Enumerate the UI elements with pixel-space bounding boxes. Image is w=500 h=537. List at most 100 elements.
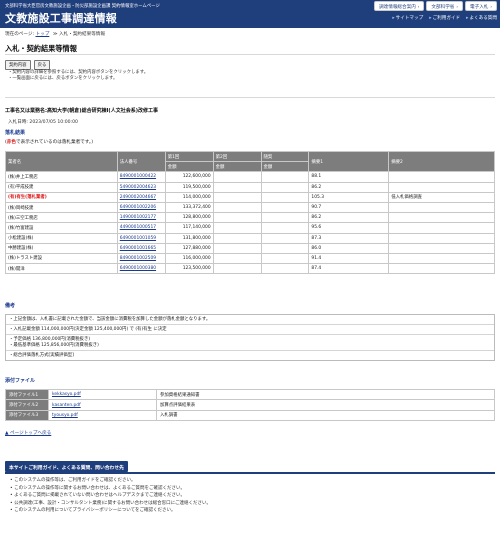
bid-amount: 133,372,400 xyxy=(164,201,214,214)
remark2 xyxy=(388,242,495,254)
instructions: 契約内容の詳細を参照するには、契約内容ボタンをクリックします。 一覧画面に戻るに… xyxy=(8,70,148,82)
footer-item[interactable]: このシステムの利用についてプライバシーポリシーについてをご確認ください。 xyxy=(10,507,211,515)
bidder-name: (有)有生(落札業者) xyxy=(5,191,118,203)
attachment-row: 添付ファイル1 kekkasyo.pdf 参加資格結果通知書 xyxy=(5,388,495,401)
contract-details-button[interactable]: 契約内容 xyxy=(5,60,31,70)
chevron-right-icon: › xyxy=(417,3,420,9)
instruction-item: 一覧画面に戻るには、戻るボタンをクリックします。 xyxy=(8,76,148,82)
bid-amount: 131,800,000 xyxy=(164,232,214,244)
table-row: (有)有生(落札業者) 2490002004667 114,000,000 105.3… xyxy=(5,191,495,203)
remark-row: ・予定価格 136,800,000円(消費税抜き) ・最低基準価格 125,856… xyxy=(6,335,494,351)
bid-amount: 116,000,000 xyxy=(164,252,214,265)
attachment-link[interactable]: kekkasyo.pdf xyxy=(52,392,81,397)
remark-row: ・総合評価落札方式[実績評価型] xyxy=(9,352,74,358)
attachments-table: 添付ファイル1 kekkasyo.pdf 参加資格結果通知書 添付ファイル2 k… xyxy=(5,388,495,422)
divider xyxy=(5,97,495,98)
corporate-number-link[interactable]: 2490002004667 xyxy=(120,195,156,200)
arrow-icon: ▸ xyxy=(429,16,432,21)
attachment-link[interactable]: tyousyo.pdf xyxy=(52,413,78,418)
header-subtitle: 文部科学省大臣官房文教施設企画・防災部施設企画課 契約情報室ホームページ xyxy=(5,4,160,9)
bid-amount: 128,800,000 xyxy=(164,212,214,224)
table-row: (有)平成技建 5490002004623 119,500,000 86.2 xyxy=(5,181,495,193)
footer-item[interactable]: このシステムの操作等に関するお問い合わせは、よくあるご質問をご確認ください。 xyxy=(10,485,211,493)
corporate-number-link[interactable]: 6490001001665 xyxy=(120,246,156,251)
up-arrow-icon: ▲ xyxy=(5,431,9,436)
bidder-name: 中勝建設(株) xyxy=(5,242,118,254)
nav-guide[interactable]: ▸ご利用ガイド xyxy=(429,15,460,21)
remark1: 86.0 xyxy=(308,242,390,254)
remark2 xyxy=(388,263,495,275)
chevron-right-icon: › xyxy=(490,3,492,9)
bid-amount: 127,880,000 xyxy=(164,242,214,254)
remark1: 86.2 xyxy=(308,181,390,193)
bidder-name: (株)竹富建設 xyxy=(5,222,118,234)
breadcrumb-top-link[interactable]: トップ xyxy=(36,32,50,37)
remark2 xyxy=(388,252,495,265)
procurement-guide-button[interactable]: 調達情報総合案内 › xyxy=(374,1,425,11)
remark2 xyxy=(388,232,495,244)
header-nav: ▸サイトマップ ▸ご利用ガイド ▸よくある質問 xyxy=(392,15,497,21)
contract-name: 工事名又は業務名:高知大学(朝倉)総合研究棟I(人文社会系)改修工事 xyxy=(5,108,159,114)
attachment-row: 添付ファイル3 tyousyo.pdf 入札調書 xyxy=(5,409,495,422)
remark1: 88.1 xyxy=(308,171,390,183)
footer-links: このシステムの操作等は、ご利用ガイドをご確認ください。 このシステムの操作等に関… xyxy=(10,477,211,515)
nav-faq[interactable]: ▸よくある質問 xyxy=(466,15,497,21)
footer-box-title: 本サイトご利用ガイド、よくある質問、問い合わせ先 xyxy=(5,461,128,472)
footer-item[interactable]: このシステムの操作等は、ご利用ガイドをご確認ください。 xyxy=(10,477,211,485)
bidder-name: (株)三空工務店 xyxy=(5,212,118,224)
bidder-name: (株)開洋 xyxy=(5,263,118,275)
footer-item[interactable]: 公共調達(工事、設計・コンサルタント業務)に関するお問い合わせは総合窓口にご連絡… xyxy=(10,500,211,508)
footer-item[interactable]: よくあるご質問に掲載されていない問い合わせはヘルプデスクまでご連絡ください。 xyxy=(10,492,211,500)
bidder-name: (株)岡崎技建 xyxy=(5,201,118,214)
remark1: 86.2 xyxy=(308,212,390,224)
legend-note: (赤色で表示されているのは落札業者です。) xyxy=(5,140,93,145)
bidder-name: (株)トラスト建設 xyxy=(5,252,118,265)
bid-date: 入札日時: 2023/07/05 10:00:00 xyxy=(8,120,78,125)
corporate-number-link[interactable]: 8490001002509 xyxy=(120,256,156,261)
back-button[interactable]: 戻る xyxy=(33,60,51,70)
table-row: (株)開洋 6490001000380 123,500,000 87.4 xyxy=(5,263,495,275)
remark-row: ・入札記載金額 114,000,000円(決定金額 125,400,000円) … xyxy=(6,325,494,335)
breadcrumb-current: 入札・契約結果等情報 xyxy=(59,32,105,37)
remark2 xyxy=(388,201,495,214)
nav-sitemap[interactable]: ▸サイトマップ xyxy=(392,15,423,21)
bid-amount: 122,600,000 xyxy=(164,171,214,183)
corporate-number-link[interactable]: 4490001000517 xyxy=(120,225,156,230)
bidder-name: 小松建設(株) xyxy=(5,232,118,244)
attachment-link[interactable]: kasanten.pdf xyxy=(52,403,81,408)
remark1: 95.6 xyxy=(308,222,390,234)
arrow-icon: ▸ xyxy=(392,16,395,21)
corporate-number-link[interactable]: 6490001002206 xyxy=(120,205,156,210)
mext-button[interactable]: 文部科学省 › xyxy=(426,1,463,11)
bid-amount: 114,000,000 xyxy=(164,191,214,203)
e-bidding-button[interactable]: 電子入札 › xyxy=(465,1,497,11)
remarks-title: 備考 xyxy=(5,303,16,309)
corporate-number-link[interactable]: 1490001002177 xyxy=(120,215,156,220)
remark1: 90.7 xyxy=(308,201,390,214)
chevron-right-icon: › xyxy=(456,3,458,9)
page-title: 入札・契約結果等情報 xyxy=(5,44,77,53)
remark2 xyxy=(388,222,495,234)
corporate-number-link[interactable]: 8490001000422 xyxy=(120,174,156,179)
remark1: 91.4 xyxy=(308,252,390,265)
corporate-number-link[interactable]: 5490002004623 xyxy=(120,185,156,190)
remarks-box: ・上記金額は、入札書に記載された金額で、当該金額に消費税を加算した金額が落札金額… xyxy=(5,314,495,361)
table-row: 中勝建設(株) 6490001001665 127,880,000 86.0 xyxy=(5,242,495,254)
corporate-number-link[interactable]: 6490001001059 xyxy=(120,236,156,241)
action-buttons: 契約内容 戻る xyxy=(5,60,51,70)
remark2 xyxy=(388,171,495,183)
table-row: (株)トラスト建設 8490001002509 116,000,000 91.4 xyxy=(5,252,495,265)
remark2 xyxy=(388,212,495,224)
remark1: 87.3 xyxy=(308,232,390,244)
bidder-name: (有)平成技建 xyxy=(5,181,118,193)
table-row: (株)岡崎技建 6490001002206 133,372,400 90.7 xyxy=(5,201,495,214)
table-row: (株)三空工務店 1490001002177 128,800,000 86.2 xyxy=(5,212,495,224)
breadcrumb: 現在のページ: トップ ≫ 入札・契約結果等情報 xyxy=(5,32,105,37)
remark2: 低入札価格調査 xyxy=(388,191,495,203)
site-title[interactable]: 文教施設工事調達情報 xyxy=(5,10,117,26)
header-buttons: 調達情報総合案内 › 文部科学省 › 電子入札 › xyxy=(374,1,497,11)
corporate-number-link[interactable]: 6490001000380 xyxy=(120,266,156,271)
site-header: 文部科学省大臣官房文教施設企画・防災部施設企画課 契約情報室ホームページ 文教施… xyxy=(0,0,500,28)
table-row: (株)竹富建設 4490001000517 117,140,000 95.6 xyxy=(5,222,495,234)
page-top-link[interactable]: ▲ ページトップへ戻る xyxy=(5,430,51,436)
